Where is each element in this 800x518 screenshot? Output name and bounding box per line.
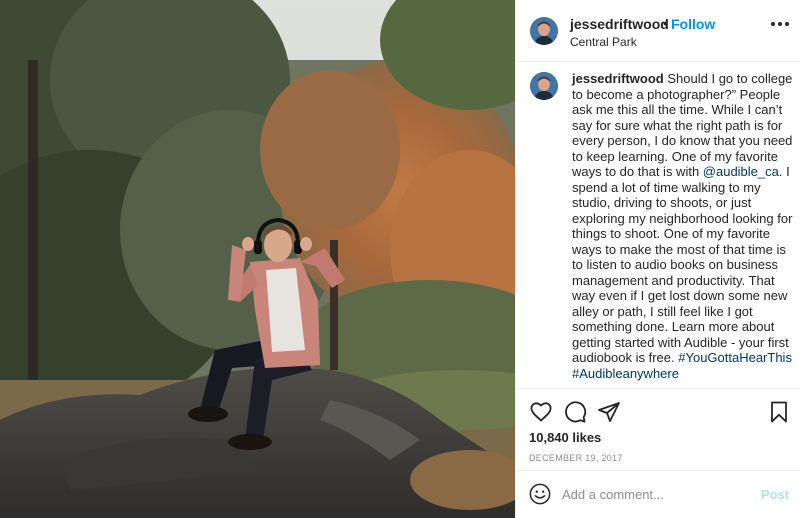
post-sidebar: jessedriftwood • Follow Central Park jes…	[515, 0, 800, 518]
hashtag-link[interactable]: #Audibleanywhere	[572, 366, 679, 381]
instagram-post: jessedriftwood • Follow Central Park jes…	[0, 0, 800, 518]
more-options-icon[interactable]	[771, 22, 789, 28]
caption-text: jessedriftwood Should I go to college to…	[572, 71, 794, 381]
mention-link[interactable]: @audible_ca	[703, 164, 779, 179]
location-link[interactable]: Central Park	[570, 35, 637, 49]
caption-body-2: . I spend a lot of time walking to my st…	[572, 164, 793, 365]
post-date[interactable]: DECEMBER 19, 2017	[529, 453, 623, 463]
caption-area: jessedriftwood Should I go to college to…	[516, 62, 800, 388]
post-header: jessedriftwood • Follow Central Park	[516, 0, 800, 62]
post-photo[interactable]	[0, 0, 515, 518]
photo-scene	[0, 0, 515, 518]
action-bar: 10,840 likes DECEMBER 19, 2017	[516, 388, 800, 470]
comment-icon[interactable]	[563, 400, 587, 424]
caption-avatar-icon[interactable]	[530, 72, 558, 100]
header-username[interactable]: jessedriftwood	[570, 16, 669, 32]
caption-body-1: Should I go to college to become a photo…	[572, 71, 793, 179]
emoji-icon[interactable]	[529, 483, 551, 505]
share-icon[interactable]	[597, 400, 621, 424]
bookmark-icon[interactable]	[767, 400, 791, 424]
hashtag-link[interactable]: #YouGottaHearThis	[678, 350, 792, 365]
post-comment-button[interactable]: Post	[761, 487, 789, 502]
comment-input[interactable]	[562, 484, 752, 504]
like-count[interactable]: 10,840 likes	[529, 430, 601, 445]
caption-username[interactable]: jessedriftwood	[572, 71, 664, 86]
comment-bar: Post	[516, 470, 800, 518]
follow-button[interactable]: Follow	[671, 16, 715, 32]
separator-dot: •	[663, 15, 668, 31]
profile-avatar-icon[interactable]	[530, 17, 558, 45]
heart-icon[interactable]	[529, 400, 553, 424]
